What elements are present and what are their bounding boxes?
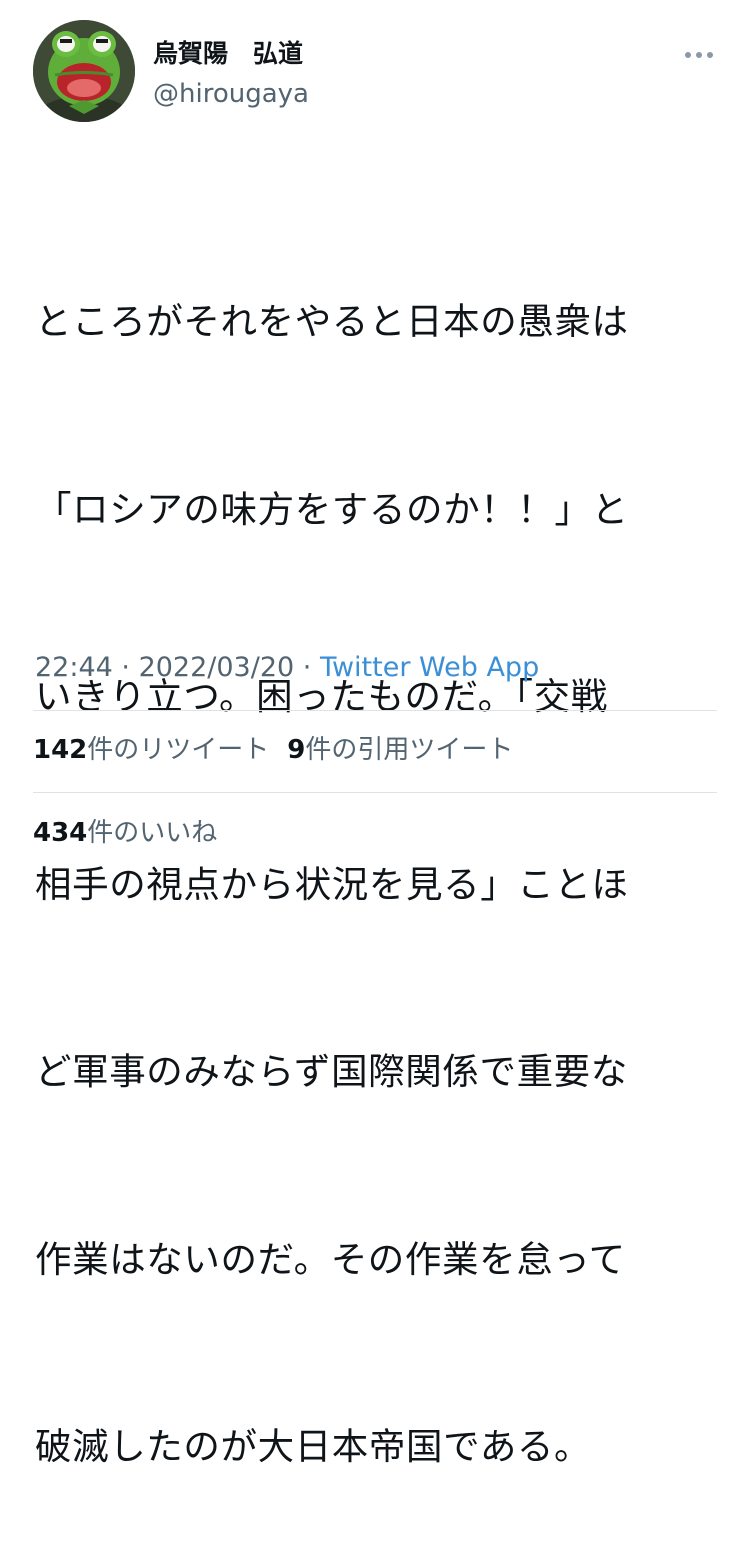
tweet-text-line: 破滅したのが大日本帝国である。 (35, 1425, 592, 1468)
likes-count: 434 (33, 818, 88, 848)
author-avatar[interactable] (33, 20, 135, 122)
divider (33, 710, 717, 711)
quote-tweets-count: 9 (287, 735, 306, 765)
quote-tweets-label: 件の引用ツイート (305, 735, 514, 765)
author-handle[interactable]: @hirougaya (153, 76, 309, 112)
divider (33, 792, 717, 793)
tweet-text-line: 相手の視点から状況を見る」ことほ (35, 862, 629, 906)
author-display-name[interactable]: 烏賀陽 弘道 (153, 36, 303, 72)
kermit-avatar-icon (33, 20, 135, 122)
tweet-meta: 22:44 · 2022/03/20 · Twitter Web App (35, 648, 539, 688)
more-options-button[interactable] (678, 40, 720, 70)
meta-separator: · (112, 652, 139, 683)
meta-separator: · (294, 652, 320, 683)
engagement-stats: 142件のリツイート 9件の引用ツイート (33, 730, 531, 770)
likes-stat[interactable]: 434件のいいね (33, 813, 217, 853)
retweets-stat[interactable]: 142件のリツイート (33, 735, 269, 765)
retweets-count: 142 (33, 735, 88, 765)
tweet-source-link[interactable]: Twitter Web App (320, 652, 539, 683)
tweet-text-line: ど軍事のみならず国際関係で重要な (35, 1050, 628, 1093)
tweet-time[interactable]: 22:44 (35, 652, 113, 683)
tweet-text-line: ところがそれをやると日本の愚衆は (35, 300, 629, 343)
tweet-date[interactable]: 2022/03/20 (139, 652, 295, 683)
tweet-text-line: 作業はないのだ。その作業を怠って (35, 1237, 626, 1281)
quote-tweets-stat[interactable]: 9件の引用ツイート (287, 735, 513, 765)
more-horizontal-icon (685, 52, 713, 58)
retweets-label: 件のリツイート (87, 735, 270, 765)
likes-label: 件のいいね (87, 818, 218, 848)
tweet-text: ところがそれをやると日本の愚衆は 「ロシアの味方をするのか！！」と いきり立つ。… (35, 166, 725, 1541)
tweet-text-line: 「ロシアの味方をするのか！！」と (35, 487, 629, 531)
